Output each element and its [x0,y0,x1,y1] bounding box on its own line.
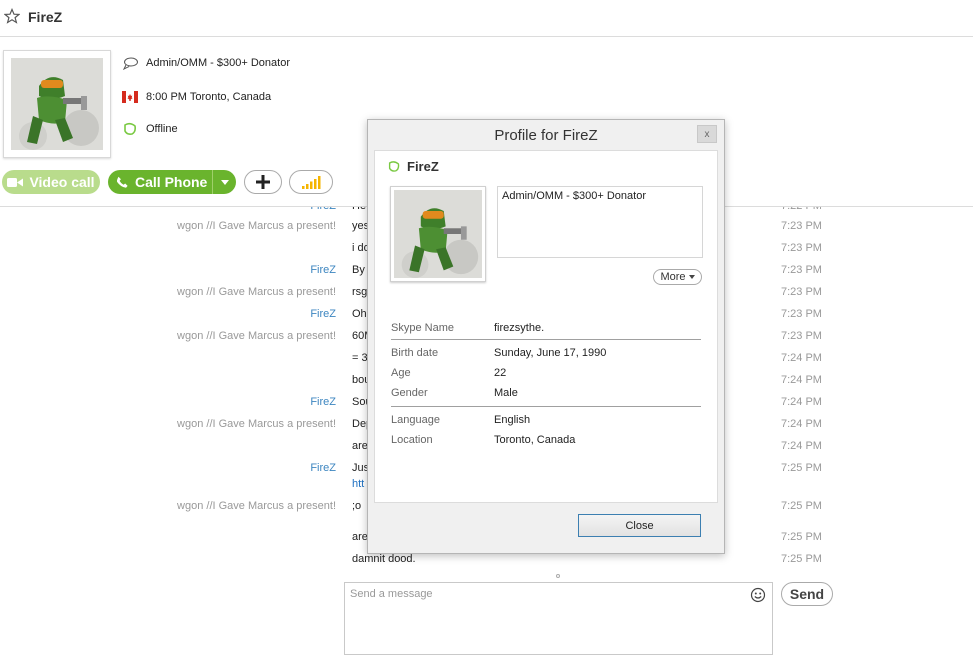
chevron-down-icon [688,275,695,279]
avatar-image [394,190,482,278]
message-text: By [352,264,365,276]
message-text: damnit dood. [352,553,416,565]
section-divider [391,339,701,340]
message-text: Oh [352,308,367,320]
field-label: Age [391,367,411,379]
status-row: Offline [122,122,178,136]
contact-title: FireZ [28,9,63,25]
skype-status-offline-icon [124,122,136,135]
message-timestamp: 7:23 PM [781,308,822,320]
message-text: are [352,531,368,543]
field-value: Sunday, June 17, 1990 [494,347,607,359]
message-sender[interactable]: wgon //I Gave Marcus a present! [177,330,336,342]
message-sender[interactable]: FireZ [310,207,336,212]
message-sender[interactable]: FireZ [310,462,336,474]
video-camera-icon [7,177,24,187]
local-time-row: 8:00 PM Toronto, Canada [122,90,271,104]
profile-avatar [390,186,486,282]
field-value: firezsythe. [494,322,545,334]
call-phone-button[interactable]: Call Phone [108,170,236,194]
message-sender[interactable]: FireZ [310,396,336,408]
status-text: Offline [146,123,178,135]
message-timestamp: 7:24 PM [781,352,822,364]
plus-icon [256,175,270,189]
dialog-close-x-button[interactable]: x [697,125,717,143]
profile-name-row: FireZ [387,159,439,174]
dialog-title: Profile for FireZ [494,126,598,144]
call-phone-label: Call Phone [135,174,208,190]
message-sender[interactable]: FireZ [310,264,336,276]
emoticon-icon[interactable] [750,587,766,603]
mood-text: Admin/OMM - $300+ Donator [146,57,290,69]
field-label: Birth date [391,347,439,359]
message-timestamp: 7:24 PM [781,440,822,452]
dialog-footer: Close [374,504,718,549]
message-timestamp: 7:23 PM [781,286,822,298]
resize-handle[interactable] [556,574,560,578]
message-text: ;o [352,500,362,512]
message-sender[interactable]: FireZ [310,308,336,320]
message-timestamp: 7:25 PM [781,500,822,512]
message-timestamp: 7:23 PM [781,242,822,254]
chevron-down-icon [220,179,229,185]
message-text: rsg [352,286,368,298]
profile-name: FireZ [407,159,439,174]
message-timestamp: 7:24 PM [781,374,822,386]
phone-icon [116,176,128,188]
field-value: Toronto, Canada [494,434,576,446]
profile-panel: FireZ Admin/OMM - $300+ Donator More Sky… [374,150,718,503]
chat-message-row: damnit dood. 7:25 PM [0,553,973,573]
message-sender[interactable]: wgon //I Gave Marcus a present! [177,220,336,232]
message-sender[interactable]: wgon //I Gave Marcus a present! [177,286,336,298]
close-button[interactable]: Close [578,514,701,537]
profile-dialog: Profile for FireZ x FireZ Admin/OMM - $3… [367,119,725,554]
field-label: Location [391,434,433,446]
message-placeholder: Send a message [350,588,433,600]
message-timestamp: 7:23 PM [781,330,822,342]
signal-bars-icon [302,176,321,189]
message-timestamp: 7:23 PM [781,264,822,276]
section-divider [391,406,701,407]
call-quality-button[interactable] [289,170,333,194]
field-value: 22 [494,367,507,379]
send-button[interactable]: Send [781,582,833,606]
video-call-label: Video call [29,174,95,190]
star-outline-icon[interactable] [4,8,20,24]
field-value: Male [494,387,518,399]
message-timestamp: 7:25 PM [781,462,822,474]
message-text: = 3 [352,352,368,364]
field-label: Gender [391,387,428,399]
local-time-text: 8:00 PM Toronto, Canada [146,91,272,103]
avatar-image [11,58,103,150]
message-text: are [352,440,368,452]
message-sender[interactable]: wgon //I Gave Marcus a present! [177,500,336,512]
field-label: Language [391,414,440,426]
add-people-button[interactable] [244,170,282,194]
message-sender[interactable]: wgon //I Gave Marcus a present! [177,418,336,430]
message-timestamp: 7:24 PM [781,418,822,430]
speech-bubble-icon [122,57,138,70]
message-text: He [352,207,366,212]
call-options-dropdown[interactable] [213,170,236,194]
skype-status-offline-icon [388,161,400,172]
message-timestamp: 7:24 PM [781,396,822,408]
message-link[interactable]: htt [352,478,364,490]
canada-flag-icon [122,91,138,103]
profile-mood-box: Admin/OMM - $300+ Donator [497,186,703,258]
more-button[interactable]: More [653,269,702,285]
video-call-button[interactable]: Video call [2,170,100,194]
contact-avatar[interactable] [3,50,111,158]
message-timestamp: 7:25 PM [781,531,822,543]
message-timestamp: 7:23 PM [781,220,822,232]
call-phone-main[interactable]: Call Phone [108,170,212,194]
message-timestamp: 7:25 PM [781,553,822,565]
header-divider [0,36,973,37]
more-label: More [660,271,686,283]
message-timestamp: 7:22 PM [781,207,822,212]
field-label: Skype Name [391,322,454,334]
mood-row: Admin/OMM - $300+ Donator [122,56,290,70]
field-value: English [494,414,531,426]
